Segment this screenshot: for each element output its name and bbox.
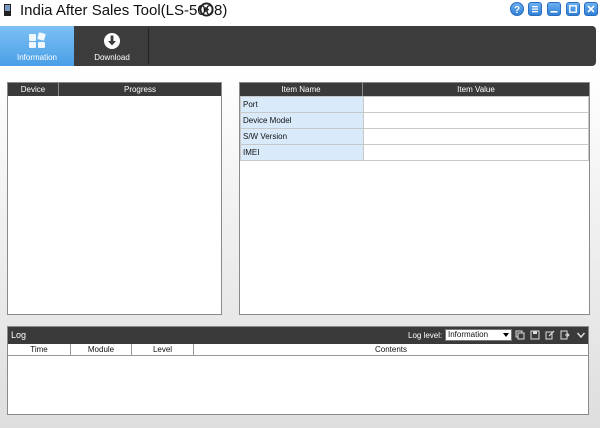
- log-level-select[interactable]: Information: [445, 329, 512, 341]
- item-name-column-header[interactable]: Item Name: [240, 83, 363, 96]
- edit-icon[interactable]: [545, 330, 555, 340]
- app-icon: [4, 4, 11, 16]
- item-name-cell: Device Model: [240, 112, 364, 129]
- svg-text:?: ?: [514, 5, 520, 15]
- information-icon: [29, 32, 46, 48]
- item-value-cell: [363, 128, 589, 145]
- main-toolbar: Information Download: [0, 26, 596, 66]
- device-column-header[interactable]: Device: [8, 83, 59, 96]
- window-title: India After Sales Tool(LS-5008): [20, 2, 228, 19]
- item-table: Port Device Model S/W Version IMEI: [240, 96, 589, 161]
- log-contents-column-header[interactable]: Contents: [194, 344, 588, 355]
- toolbar-download-button[interactable]: Download: [75, 26, 149, 66]
- log-level-label: Log level:: [408, 331, 443, 340]
- item-value-column-header[interactable]: Item Value: [363, 83, 589, 96]
- toolbar-information-label: Information: [16, 53, 58, 62]
- toolbar-information-button[interactable]: Information: [0, 26, 74, 66]
- table-row[interactable]: Port: [240, 96, 589, 113]
- copy-icon[interactable]: [515, 330, 525, 340]
- log-title: Log: [11, 330, 27, 340]
- item-value-cell: [363, 112, 589, 129]
- save-icon[interactable]: [530, 330, 540, 340]
- table-row[interactable]: Device Model: [240, 112, 589, 129]
- item-name-cell: S/W Version: [240, 128, 364, 145]
- item-name-cell: IMEI: [240, 144, 364, 161]
- maximize-icon[interactable]: [566, 2, 580, 16]
- progress-column-header[interactable]: Progress: [59, 83, 221, 96]
- device-progress-panel: Device Progress: [7, 82, 222, 315]
- title-bar: India After Sales Tool(LS-5008) ?: [0, 0, 600, 22]
- item-value-cell: [363, 96, 589, 113]
- export-icon[interactable]: [560, 330, 570, 340]
- collapse-chevron-icon[interactable]: [576, 330, 586, 340]
- download-icon: [104, 33, 120, 49]
- log-time-column-header[interactable]: Time: [8, 344, 71, 355]
- table-row[interactable]: IMEI: [240, 144, 589, 161]
- minimize-icon[interactable]: [547, 2, 561, 16]
- item-name-cell: Port: [240, 96, 364, 113]
- chevron-down-icon: [503, 333, 509, 337]
- log-header-bar: Log Log level: Information: [8, 327, 588, 344]
- item-info-panel: Item Name Item Value Port Device Model S…: [239, 82, 590, 315]
- log-level-value: Information: [448, 330, 489, 339]
- table-row[interactable]: S/W Version: [240, 128, 589, 145]
- play-icon[interactable]: [199, 2, 214, 17]
- menu-icon[interactable]: [528, 2, 542, 16]
- item-value-cell: [363, 144, 589, 161]
- log-level-column-header[interactable]: Level: [132, 344, 194, 355]
- toolbar-divider: [148, 28, 149, 64]
- log-panel: Log Log level: Information Time Module L…: [7, 326, 589, 415]
- close-icon[interactable]: [584, 2, 598, 16]
- log-module-column-header[interactable]: Module: [71, 344, 132, 355]
- log-column-headers: Time Module Level Contents: [8, 344, 588, 356]
- help-icon[interactable]: ?: [510, 2, 524, 16]
- toolbar-download-label: Download: [94, 53, 130, 62]
